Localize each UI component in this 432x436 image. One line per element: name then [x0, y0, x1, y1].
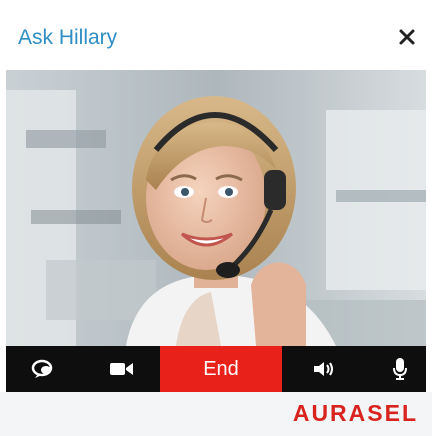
close-icon[interactable] [394, 24, 420, 50]
microphone-button[interactable] [378, 346, 422, 392]
call-control-bar: End [6, 346, 426, 392]
ask-hillary-widget: Ask Hillary End AURASEL [0, 8, 432, 436]
widget-title: Ask Hillary [18, 26, 118, 49]
agent-video-feed [6, 70, 426, 346]
agent-video-image [6, 70, 426, 346]
widget-footer: AURASEL [0, 392, 432, 436]
video-camera-icon [110, 363, 133, 375]
camera-button[interactable] [100, 346, 144, 392]
widget-header: Ask Hillary [0, 8, 432, 64]
microphone-icon [393, 358, 407, 380]
volume-button[interactable] [302, 346, 346, 392]
chat-button[interactable] [20, 346, 64, 392]
aurasel-logo: AURASEL [292, 400, 418, 426]
speaker-volume-icon [314, 362, 333, 376]
chat-bubble-icon [31, 359, 53, 378]
cropped-page-edge [0, 0, 432, 8]
end-call-button[interactable]: End [160, 346, 282, 392]
